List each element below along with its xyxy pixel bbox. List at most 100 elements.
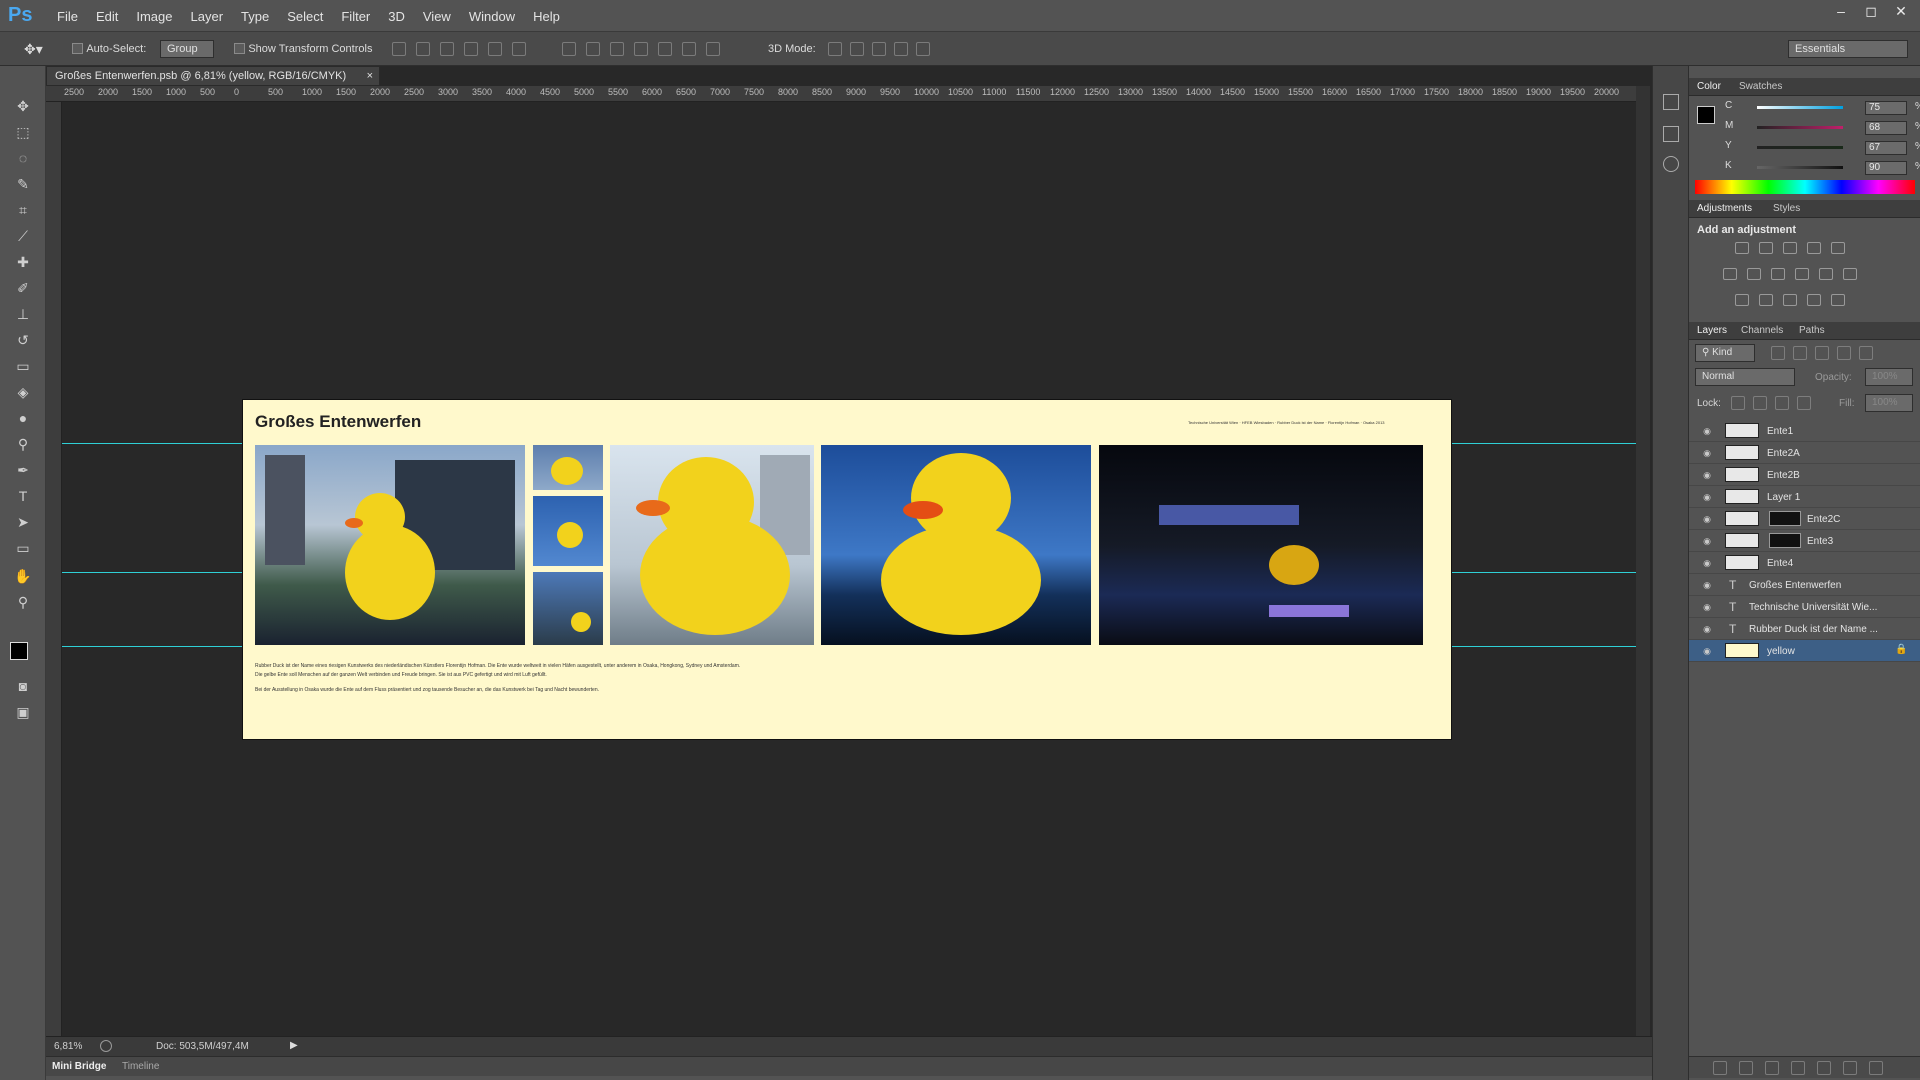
color-slider-c[interactable]: C 75 % (1725, 100, 1920, 118)
add-mask-icon[interactable] (1765, 1061, 1779, 1075)
layer-filter-dropdown[interactable]: ⚲ Kind (1695, 344, 1755, 362)
healing-brush-tool-icon[interactable]: ✚ (13, 252, 33, 272)
layer-row[interactable]: ◉ Layer 1 (1689, 486, 1920, 508)
posterize-icon[interactable] (1759, 294, 1773, 306)
screen-mode-icon[interactable]: ▣ (13, 702, 33, 722)
dodge-tool-icon[interactable]: ⚲ (13, 434, 33, 454)
distribute-vcenter-icon[interactable] (586, 42, 600, 56)
align-bottom-icon[interactable] (440, 42, 454, 56)
close-button[interactable]: ✕ (1892, 2, 1910, 20)
tab-mini-bridge[interactable]: Mini Bridge (52, 1061, 106, 1072)
move-tool-icon[interactable]: ✥ (13, 96, 33, 116)
tab-color[interactable]: Color (1697, 81, 1721, 92)
lock-transparency-icon[interactable] (1731, 396, 1745, 410)
menu-layer[interactable]: Layer (182, 9, 233, 24)
menu-filter[interactable]: Filter (332, 9, 379, 24)
curves-icon[interactable] (1783, 242, 1797, 254)
crop-tool-icon[interactable]: ⌗ (13, 200, 33, 220)
quick-mask-icon[interactable]: ◙ (13, 676, 33, 696)
menu-file[interactable]: File (48, 9, 87, 24)
gradient-map-icon[interactable] (1831, 294, 1845, 306)
menu-window[interactable]: Window (460, 9, 524, 24)
distribute-left-icon[interactable] (634, 42, 648, 56)
filter-shape-icon[interactable] (1837, 346, 1851, 360)
type-tool-icon[interactable]: T (13, 486, 33, 506)
color-lookup-icon[interactable] (1843, 268, 1857, 280)
quick-select-tool-icon[interactable]: ✎ (13, 174, 33, 194)
zoom-tool-icon[interactable]: ⚲ (13, 592, 33, 612)
align-hcenter-icon[interactable] (488, 42, 502, 56)
distribute-right-icon[interactable] (682, 42, 696, 56)
brush-tool-icon[interactable]: ✐ (13, 278, 33, 298)
visibility-eye-icon[interactable]: ◉ (1701, 579, 1713, 591)
align-top-icon[interactable] (392, 42, 406, 56)
invert-icon[interactable] (1735, 294, 1749, 306)
properties-panel-icon[interactable] (1663, 126, 1679, 142)
visibility-eye-icon[interactable]: ◉ (1701, 601, 1713, 613)
color-balance-icon[interactable] (1747, 268, 1761, 280)
stamp-tool-icon[interactable]: ⊥ (13, 304, 33, 324)
layer-row[interactable]: ◉ yellow 🔒 (1689, 640, 1920, 662)
3d-roll-icon[interactable] (850, 42, 864, 56)
visibility-eye-icon[interactable]: ◉ (1701, 469, 1713, 481)
path-select-tool-icon[interactable]: ➤ (13, 512, 33, 532)
menu-view[interactable]: View (414, 9, 460, 24)
visibility-eye-icon[interactable]: ◉ (1701, 513, 1713, 525)
foreground-color-swatch[interactable] (1697, 106, 1715, 124)
tab-timeline[interactable]: Timeline (122, 1061, 159, 1072)
magenta-value[interactable]: 68 (1865, 121, 1907, 135)
move-tool-icon[interactable]: ✥▾ (24, 41, 43, 58)
layer-mask-thumbnail[interactable] (1769, 533, 1801, 548)
close-tab-icon[interactable]: × (367, 70, 373, 82)
lock-position-icon[interactable] (1775, 396, 1789, 410)
menu-3d[interactable]: 3D (379, 9, 414, 24)
vibrance-icon[interactable] (1831, 242, 1845, 254)
lock-all-icon[interactable] (1797, 396, 1811, 410)
hue-saturation-icon[interactable] (1723, 268, 1737, 280)
workspace-dropdown[interactable]: Essentials (1788, 40, 1908, 58)
auto-select-dropdown[interactable]: Group (160, 40, 214, 58)
filter-pixel-icon[interactable] (1771, 346, 1785, 360)
new-group-icon[interactable] (1817, 1061, 1831, 1075)
cyan-value[interactable]: 75 (1865, 101, 1907, 115)
lock-pixels-icon[interactable] (1753, 396, 1767, 410)
black-value[interactable]: 90 (1865, 161, 1907, 175)
new-layer-icon[interactable] (1843, 1061, 1857, 1075)
link-layers-icon[interactable] (1713, 1061, 1727, 1075)
black-white-icon[interactable] (1771, 268, 1785, 280)
shape-tool-icon[interactable]: ▭ (13, 538, 33, 558)
3d-slide-icon[interactable] (894, 42, 908, 56)
tab-adjustments[interactable]: Adjustments (1697, 203, 1752, 214)
align-right-icon[interactable] (512, 42, 526, 56)
layer-mask-thumbnail[interactable] (1769, 511, 1801, 526)
channel-mixer-icon[interactable] (1819, 268, 1833, 280)
visibility-eye-icon[interactable]: ◉ (1701, 645, 1713, 657)
color-slider-y[interactable]: Y 67 % (1725, 140, 1920, 158)
fill-field[interactable]: 100% (1865, 394, 1913, 412)
history-brush-tool-icon[interactable]: ↺ (13, 330, 33, 350)
exposure-icon[interactable] (1807, 242, 1821, 254)
minimize-button[interactable]: – (1832, 2, 1850, 20)
vertical-scrollbar[interactable] (1636, 86, 1650, 1046)
blur-tool-icon[interactable]: ● (13, 408, 33, 428)
layer-row[interactable]: ◉ Ente4 (1689, 552, 1920, 574)
hand-tool-icon[interactable]: ✋ (13, 566, 33, 586)
info-panel-icon[interactable] (1663, 156, 1679, 172)
visibility-eye-icon[interactable]: ◉ (1701, 491, 1713, 503)
auto-align-icon[interactable] (706, 42, 720, 56)
layer-row[interactable]: ◉ T Großes Entenwerfen (1689, 574, 1920, 596)
history-panel-icon[interactable] (1663, 94, 1679, 110)
pen-tool-icon[interactable]: ✒ (13, 460, 33, 480)
visibility-eye-icon[interactable]: ◉ (1701, 535, 1713, 547)
brightness-icon[interactable] (1735, 242, 1749, 254)
levels-icon[interactable] (1759, 242, 1773, 254)
menu-help[interactable]: Help (524, 9, 569, 24)
distribute-bottom-icon[interactable] (610, 42, 624, 56)
align-left-icon[interactable] (464, 42, 478, 56)
menu-select[interactable]: Select (278, 9, 332, 24)
threshold-icon[interactable] (1783, 294, 1797, 306)
status-menu-arrow-icon[interactable]: ▶ (290, 1040, 298, 1051)
marquee-tool-icon[interactable]: ⬚ (13, 122, 33, 142)
visibility-eye-icon[interactable]: ◉ (1701, 425, 1713, 437)
layer-row[interactable]: ◉ Ente2A (1689, 442, 1920, 464)
